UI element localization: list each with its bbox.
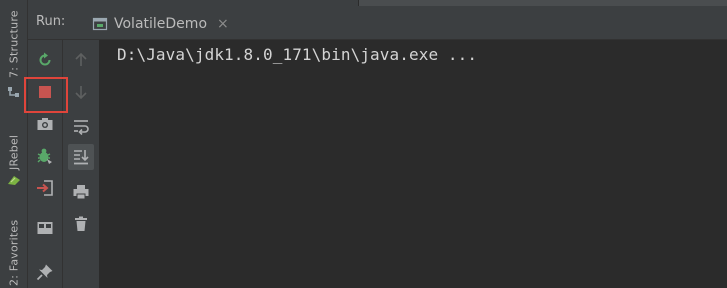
- trash-icon: [73, 216, 89, 232]
- run-tab-title: VolatileDemo: [114, 16, 208, 32]
- previous-occurrence-button[interactable]: [69, 48, 93, 72]
- exit-icon: [36, 179, 54, 197]
- down-arrow-icon: [73, 84, 89, 100]
- scroll-to-end-icon: [72, 148, 90, 166]
- structure-tab[interactable]: 7: Structure: [4, 8, 24, 78]
- jrebel-tab[interactable]: JRebel: [4, 124, 24, 170]
- run-toolbar-secondary: [63, 40, 100, 288]
- jrebel-icon: [6, 172, 22, 188]
- favorites-tab[interactable]: 2: Favorites: [4, 210, 24, 286]
- structure-tab-label: 7: Structure: [7, 10, 21, 78]
- run-tool-header: Run: VolatileDemo ×: [28, 0, 727, 40]
- ide-window: 7: Structure JRebel 2: Favorites Run: Vo…: [0, 0, 727, 288]
- up-arrow-icon: [73, 52, 89, 68]
- next-occurrence-button[interactable]: [69, 80, 93, 104]
- layout-icon: [36, 219, 54, 237]
- camera-icon: [36, 115, 54, 133]
- left-tool-strip: 7: Structure JRebel 2: Favorites: [0, 0, 28, 288]
- print-icon: [72, 183, 90, 201]
- header-divider: [358, 0, 727, 6]
- soft-wrap-icon: [72, 117, 90, 135]
- clear-all-button[interactable]: [69, 212, 93, 236]
- bug-icon: [36, 147, 54, 165]
- stop-button-highlight: [24, 77, 68, 113]
- scroll-to-end-button[interactable]: [68, 144, 94, 170]
- application-icon: [92, 16, 108, 32]
- debug-button[interactable]: [33, 144, 57, 168]
- soft-wrap-button[interactable]: [69, 114, 93, 138]
- rerun-icon: [36, 51, 54, 69]
- pin-icon: [36, 263, 54, 281]
- structure-icon: [6, 84, 22, 100]
- close-tab-icon[interactable]: ×: [217, 17, 229, 31]
- favorites-tab-label: 2: Favorites: [7, 219, 21, 286]
- exit-button[interactable]: [33, 176, 57, 200]
- run-label: Run:: [36, 14, 66, 29]
- print-button[interactable]: [69, 180, 93, 204]
- pin-tab-button[interactable]: [33, 260, 57, 284]
- rerun-button[interactable]: [33, 48, 57, 72]
- restore-layout-button[interactable]: [33, 216, 57, 240]
- console-output[interactable]: D:\Java\jdk1.8.0_171\bin\java.exe ...: [100, 40, 727, 288]
- dump-threads-button[interactable]: [33, 112, 57, 136]
- run-configuration-tab[interactable]: VolatileDemo ×: [84, 8, 239, 40]
- jrebel-tab-label: JRebel: [7, 134, 21, 170]
- console-line: D:\Java\jdk1.8.0_171\bin\java.exe ...: [117, 45, 478, 64]
